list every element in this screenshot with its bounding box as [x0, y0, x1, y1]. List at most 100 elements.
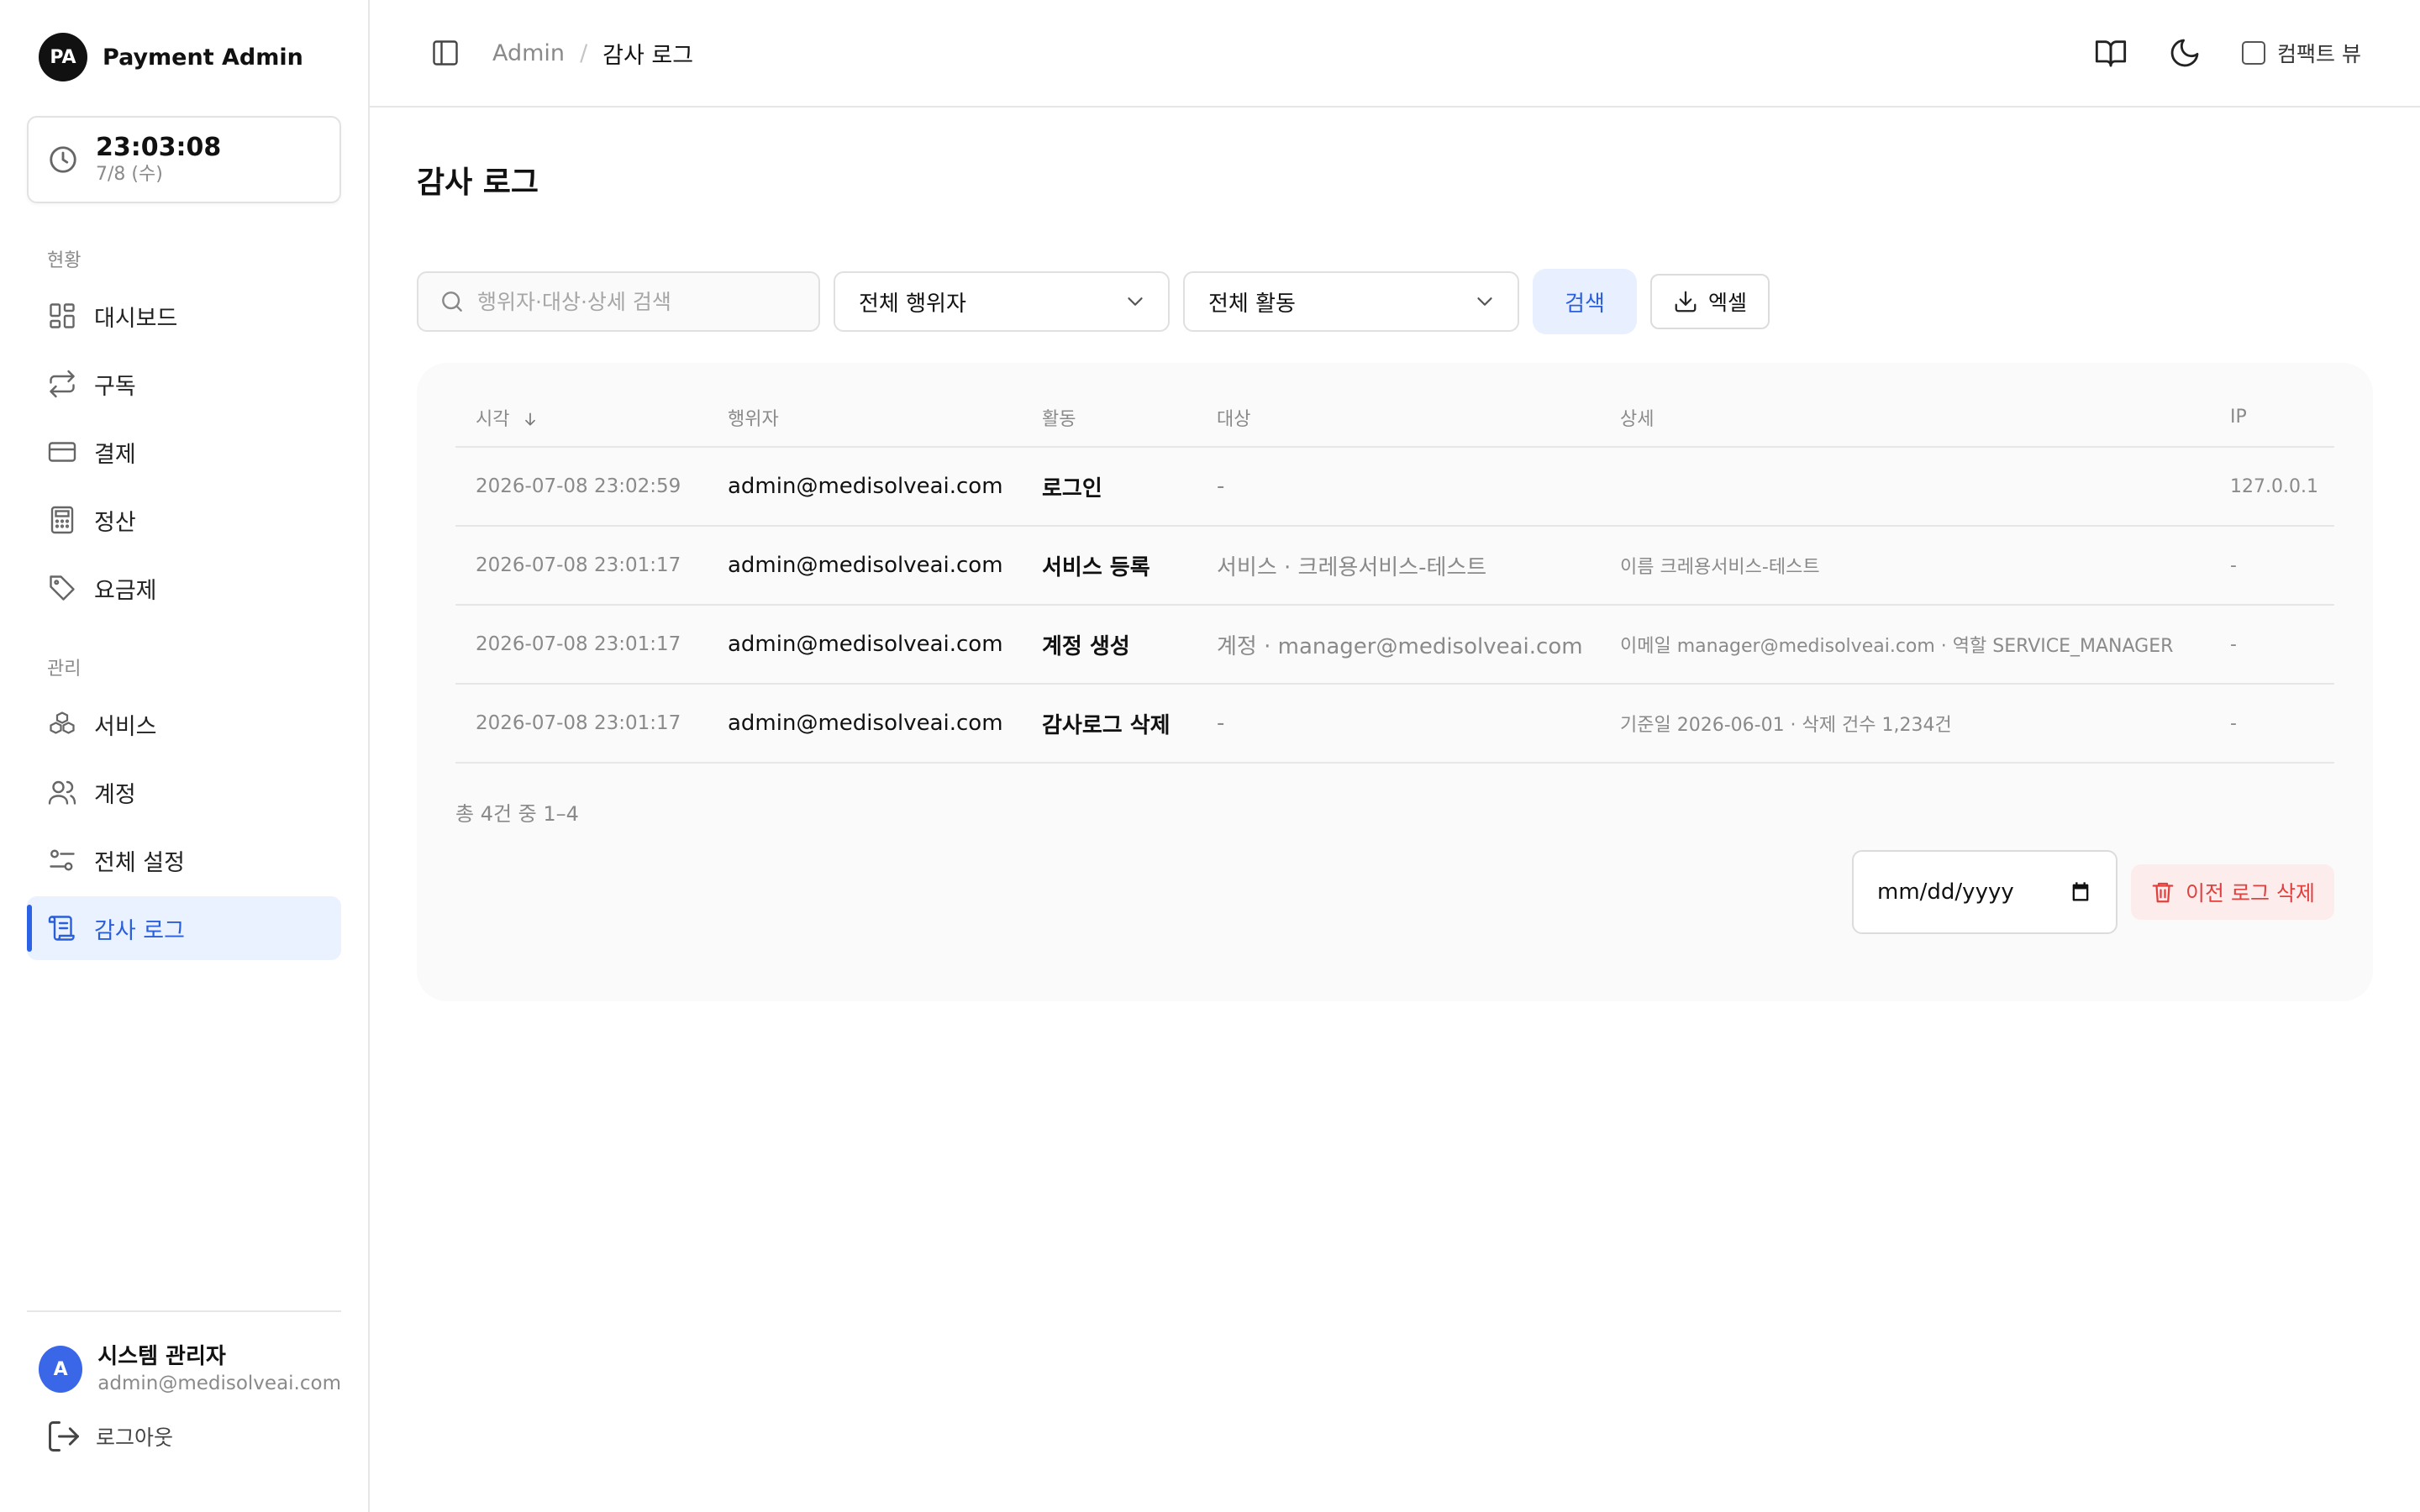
- sidebar-item-payments[interactable]: 결제: [27, 420, 341, 484]
- brand-logo: PA: [39, 33, 87, 81]
- audit-log-table: 시각 행위자 활동 대상 상세 IP 2026-07-08 23:02:59 a…: [455, 388, 2334, 764]
- boxes-icon: [50, 711, 75, 734]
- cell-ip: -: [2210, 684, 2334, 764]
- cell-action: 서비스 등록: [1022, 526, 1197, 606]
- download-icon: [1675, 291, 1697, 312]
- audit-log-table-card: 시각 행위자 활동 대상 상세 IP 2026-07-08 23:02:59 a…: [417, 363, 2373, 1001]
- moon-icon[interactable]: [2168, 36, 2202, 70]
- brand[interactable]: PA Payment Admin: [27, 30, 341, 84]
- search-button[interactable]: 검색: [1533, 269, 1637, 334]
- sliders-icon: [50, 849, 75, 871]
- dashboard-icon: [50, 303, 75, 328]
- search-icon: [442, 291, 462, 312]
- cell-target: -: [1197, 447, 1600, 527]
- delete-old-logs-button[interactable]: 이전 로그 삭제: [2131, 864, 2334, 920]
- excel-button-label: 엑셀: [1707, 291, 1747, 315]
- sidebar-item-settlement[interactable]: 정산: [27, 488, 341, 552]
- cutoff-date-input[interactable]: mm/dd/yyyy: [1852, 850, 2118, 934]
- clock-icon: [50, 146, 76, 173]
- user-profile[interactable]: A 시스템 관리자 admin@medisolveai.com: [27, 1342, 341, 1396]
- sidebar-item-label: 결제: [94, 441, 136, 468]
- cell-action: 감사로그 삭제: [1022, 684, 1197, 764]
- breadcrumb-separator: /: [580, 39, 588, 66]
- sidebar-item-services[interactable]: 서비스: [27, 692, 341, 756]
- column-header-action: 활동: [1022, 388, 1197, 448]
- delete-old-logs-controls: mm/dd/yyyy 이전 로그 삭제: [1852, 850, 2334, 934]
- main-area: Admin / 감사 로그 컴팩트 뷰 감사 로그 행위자·대상·상세 검색 전…: [370, 0, 2420, 1512]
- topbar: Admin / 감사 로그 컴팩트 뷰: [370, 0, 2420, 108]
- scroll-icon: [48, 916, 75, 941]
- calculator-icon: [50, 506, 74, 534]
- column-header-actor: 행위자: [708, 388, 1022, 448]
- avatar: A: [39, 1346, 83, 1393]
- chevron-down-icon: [1128, 297, 1143, 306]
- column-header-detail: 상세: [1600, 388, 2210, 448]
- cell-time: 2026-07-08 23:02:59: [455, 447, 708, 527]
- table-row[interactable]: 2026-07-08 23:01:17 admin@medisolveai.co…: [455, 605, 2334, 685]
- cell-ip: -: [2210, 605, 2334, 685]
- filter-bar: 전체 행위자 전체 활동 검색 엑셀: [417, 269, 2373, 334]
- cell-actor: admin@medisolveai.com: [708, 605, 1022, 685]
- sidebar-item-dashboard[interactable]: 대시보드: [27, 284, 341, 348]
- brand-name: Payment Admin: [103, 44, 303, 71]
- activity-select[interactable]: 전체 활동: [1183, 271, 1519, 332]
- credit-card-icon: [48, 442, 76, 462]
- sidebar-item-accounts[interactable]: 계정: [27, 760, 341, 824]
- column-header-target: 대상: [1197, 388, 1600, 448]
- cell-target: -: [1197, 684, 1600, 764]
- table-header-row: 시각 행위자 활동 대상 상세 IP: [455, 388, 2334, 448]
- column-header-label: 시각: [476, 408, 510, 430]
- breadcrumb-root[interactable]: Admin: [492, 40, 565, 66]
- table-row[interactable]: 2026-07-08 23:02:59 admin@medisolveai.co…: [455, 447, 2334, 527]
- actor-select[interactable]: 전체 행위자: [834, 271, 1170, 332]
- sidebar-item-label: 정산: [94, 509, 136, 536]
- excel-export-button[interactable]: 엑셀: [1650, 274, 1770, 329]
- book-open-icon[interactable]: [2094, 36, 2128, 70]
- cell-target: 서비스 · 크레용서비스-테스트: [1197, 526, 1600, 606]
- search-input[interactable]: [477, 289, 813, 314]
- delete-button-label: 이전 로그 삭제: [2186, 881, 2315, 906]
- sidebar-item-pricing[interactable]: 요금제: [27, 556, 341, 620]
- cell-action: 로그인: [1022, 447, 1197, 527]
- repeat-icon: [50, 370, 75, 398]
- column-header-ip: IP: [2210, 388, 2334, 448]
- calendar-icon[interactable]: [2069, 880, 2092, 904]
- pagination-summary: 총 4건 중 1–4: [455, 802, 579, 826]
- table-row[interactable]: 2026-07-08 23:01:17 admin@medisolveai.co…: [455, 684, 2334, 764]
- logout-label: 로그아웃: [96, 1425, 174, 1450]
- sidebar-item-label: 감사 로그: [94, 917, 185, 944]
- table-row[interactable]: 2026-07-08 23:01:17 admin@medisolveai.co…: [455, 526, 2334, 606]
- sidebar-item-label: 구독: [94, 373, 136, 400]
- date-input-placeholder: mm/dd/yyyy: [1877, 879, 2014, 905]
- sidebar-item-audit-log[interactable]: 감사 로그: [27, 896, 341, 960]
- cell-target: 계정 · manager@medisolveai.com: [1197, 605, 1600, 685]
- cell-detail: 기준일 2026-06-01 · 삭제 건수 1,234건: [1600, 684, 2210, 764]
- chevron-down-icon: [1477, 297, 1492, 306]
- cell-ip: 127.0.0.1: [2210, 447, 2334, 527]
- sidebar-item-label: 전체 설정: [94, 849, 185, 876]
- cell-actor: admin@medisolveai.com: [708, 526, 1022, 606]
- sidebar: PA Payment Admin 23:03:08 7/8 (수) 현황 대시보…: [0, 0, 370, 1512]
- sidebar-item-label: 요금제: [94, 577, 157, 604]
- section-label-status: 현황: [47, 250, 82, 271]
- breadcrumb: Admin / 감사 로그: [492, 37, 693, 70]
- compact-view-checkbox[interactable]: [2242, 41, 2266, 65]
- cell-time: 2026-07-08 23:01:17: [455, 526, 708, 606]
- sidebar-item-subscriptions[interactable]: 구독: [27, 352, 341, 416]
- actor-select-value: 전체 행위자: [859, 291, 966, 317]
- logout-button[interactable]: 로그아웃: [27, 1418, 341, 1455]
- clock-date: 7/8 (수): [96, 164, 163, 185]
- search-box[interactable]: [417, 271, 820, 332]
- logout-icon: [49, 1421, 79, 1452]
- cell-time: 2026-07-08 23:01:17: [455, 684, 708, 764]
- sidebar-item-label: 서비스: [94, 713, 157, 740]
- clock-card: 23:03:08 7/8 (수): [27, 116, 341, 203]
- column-header-time[interactable]: 시각: [455, 388, 708, 448]
- sidebar-item-settings[interactable]: 전체 설정: [27, 828, 341, 892]
- sidebar-footer: A 시스템 관리자 admin@medisolveai.com 로그아웃: [27, 1310, 341, 1512]
- cell-time: 2026-07-08 23:01:17: [455, 605, 708, 685]
- user-name: 시스템 관리자: [97, 1344, 226, 1369]
- sidebar-toggle-icon[interactable]: [430, 38, 460, 68]
- cell-action: 계정 생성: [1022, 605, 1197, 685]
- compact-view-toggle[interactable]: 컴팩트 뷰: [2242, 38, 2361, 68]
